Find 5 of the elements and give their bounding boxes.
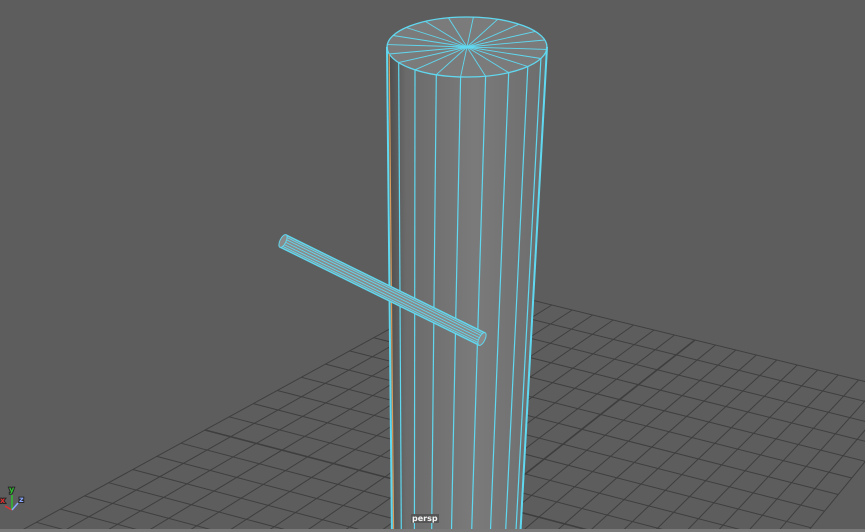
axis-label: x xyxy=(0,496,6,505)
camera-name-label: persp xyxy=(411,514,439,523)
axis-label: y xyxy=(9,485,14,494)
axis-label: z xyxy=(19,495,24,504)
axis-gizmo-icon xyxy=(4,495,19,511)
